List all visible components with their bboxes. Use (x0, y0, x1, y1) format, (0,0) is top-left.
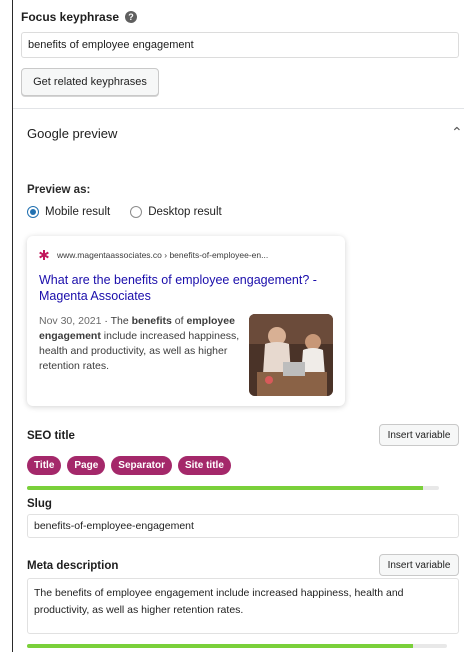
preview-url: www.magentaassociates.co › benefits-of-e… (39, 250, 268, 260)
seo-title-insert-variable-button[interactable]: Insert variable (379, 424, 459, 446)
seo-title-progress-fill (27, 486, 423, 490)
google-preview-title[interactable]: Google preview (27, 126, 117, 141)
token-site-title[interactable]: Site title (177, 456, 231, 475)
seo-title-progress-bar (27, 486, 439, 490)
seo-panel: Focus keyphrase ? benefits of employee e… (12, 0, 464, 652)
seo-title-tokens[interactable]: Title Page Separator Site title (27, 456, 231, 475)
preview-mode-radio-group: Mobile result Desktop result (27, 206, 222, 218)
slug-label: Slug (27, 498, 52, 510)
meta-description-progress-bar (27, 644, 447, 648)
meta-description-progress-fill (27, 644, 414, 648)
preview-date: Nov 30, 2021 (39, 315, 102, 327)
mobile-result-label[interactable]: Mobile result (45, 206, 110, 218)
preview-title: What are the benefits of employee engage… (39, 273, 317, 303)
desktop-result-label[interactable]: Desktop result (148, 206, 222, 218)
focus-keyphrase-input[interactable]: benefits of employee engagement (21, 32, 459, 58)
mobile-preview-card: www.magentaassociates.co › benefits-of-e… (27, 236, 345, 406)
chevron-up-icon[interactable]: ⌃ (451, 124, 463, 141)
meta-description-input[interactable]: The benefits of employee engagement incl… (27, 578, 459, 634)
token-title[interactable]: Title (27, 456, 62, 475)
question-circle-icon[interactable]: ? (125, 11, 138, 23)
meta-description-label: Meta description (27, 560, 119, 572)
preview-thumbnail-image (249, 314, 333, 396)
token-separator[interactable]: Separator (111, 456, 172, 475)
slug-input[interactable]: benefits-of-employee-engagement (27, 514, 459, 538)
preview-as-label: Preview as: (27, 184, 91, 196)
preview-snippet: Nov 30, 2021 · The benefits of employee … (39, 315, 240, 372)
meta-description-insert-variable-button[interactable]: Insert variable (379, 554, 459, 576)
focus-keyphrase-label: Focus keyphrase ? (21, 10, 138, 24)
desktop-result-radio[interactable] (130, 206, 143, 218)
mobile-result-radio[interactable] (27, 206, 39, 218)
site-favicon-icon (39, 250, 49, 260)
get-related-keyphrases-button[interactable]: Get related keyphrases (21, 68, 159, 96)
token-page[interactable]: Page (67, 456, 106, 475)
seo-title-label: SEO title (27, 430, 75, 442)
section-divider (13, 108, 464, 109)
